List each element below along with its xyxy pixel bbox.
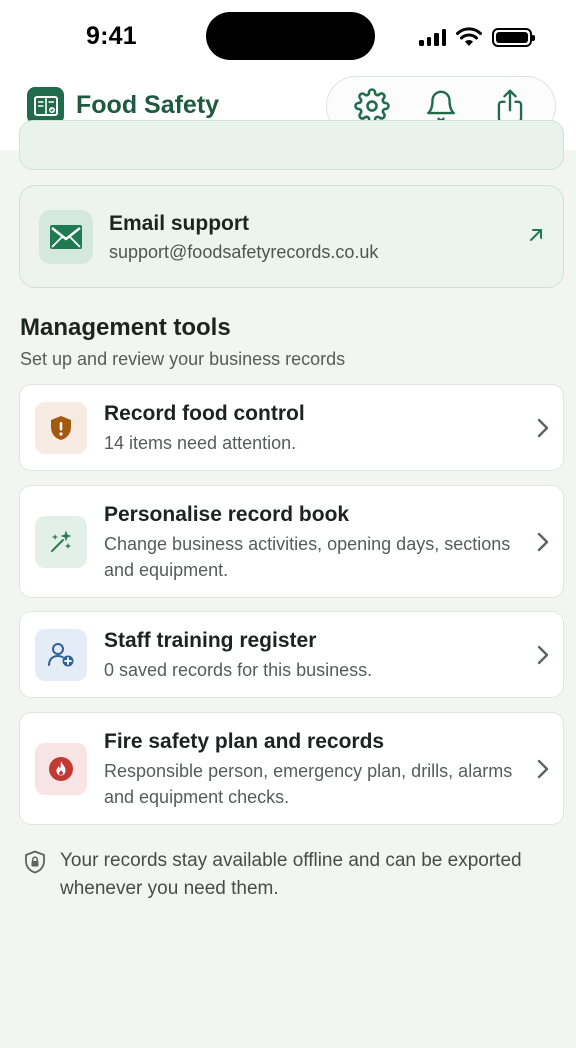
- brand: Food Safety: [27, 87, 219, 124]
- chevron-right-icon: [537, 532, 549, 552]
- chevron-right-icon: [537, 418, 549, 438]
- tool-description: Responsible person, emergency plan, dril…: [104, 761, 513, 807]
- tool-description: 0 saved records for this business.: [104, 660, 373, 680]
- tool-title: Record food control: [104, 402, 305, 425]
- magic-wand-icon: [51, 530, 72, 552]
- email-icon-box: [39, 210, 93, 264]
- tool-icon-box: [35, 743, 87, 795]
- dynamic-island: [206, 12, 375, 60]
- tool-title: Personalise record book: [104, 503, 350, 526]
- previous-card[interactable]: [19, 120, 564, 170]
- status-bar: 9:41: [0, 0, 576, 76]
- envelope-icon: [50, 225, 82, 249]
- status-time: 9:41: [86, 22, 137, 50]
- fire-safety-plan-card[interactable]: Fire safety plan and records Responsible…: [19, 712, 564, 825]
- tool-icon-box: [35, 629, 87, 681]
- personalise-record-book-card[interactable]: Personalise record book Change business …: [19, 485, 564, 598]
- email-support-address[interactable]: support@foodsafetyrecords.co.uk: [109, 242, 378, 263]
- tool-icon-box: [35, 402, 87, 454]
- gear-icon: [353, 88, 390, 124]
- app-title: Food Safety: [76, 91, 220, 119]
- email-support-title: Email support: [109, 212, 250, 235]
- bell-icon: [427, 90, 455, 122]
- battery-icon: [492, 27, 535, 47]
- tool-title: Staff training register: [104, 629, 317, 652]
- wifi-icon: [456, 27, 482, 46]
- record-book-logo-icon: [27, 87, 64, 124]
- chevron-right-icon: [537, 645, 549, 665]
- user-add-icon: [48, 643, 74, 667]
- tool-title: Fire safety plan and records: [104, 730, 385, 753]
- fire-icon: [49, 757, 73, 781]
- shield-lock-icon: [25, 850, 45, 874]
- record-food-control-card[interactable]: Record food control 14 items need attent…: [19, 384, 564, 471]
- offline-note-text: Your records stay available offline and …: [60, 850, 522, 899]
- external-link-arrow-icon: [530, 229, 542, 241]
- tool-description: Change business activities, opening days…: [104, 534, 511, 580]
- cellular-signal-icon: [419, 28, 446, 46]
- offline-note: Your records stay available offline and …: [24, 847, 544, 903]
- section-subtitle: Set up and review your business records: [20, 349, 346, 369]
- email-support-card[interactable]: Email support support@foodsafetyrecords.…: [19, 185, 564, 288]
- tool-description: 14 items need attention.: [104, 433, 297, 453]
- chevron-right-icon: [537, 759, 549, 779]
- section-title: Management tools: [20, 314, 231, 341]
- status-icons: [419, 26, 535, 48]
- staff-training-register-card[interactable]: Staff training register 0 saved records …: [19, 611, 564, 698]
- shield-alert-icon: [51, 416, 71, 440]
- share-icon: [498, 89, 523, 123]
- tool-icon-box: [35, 516, 87, 568]
